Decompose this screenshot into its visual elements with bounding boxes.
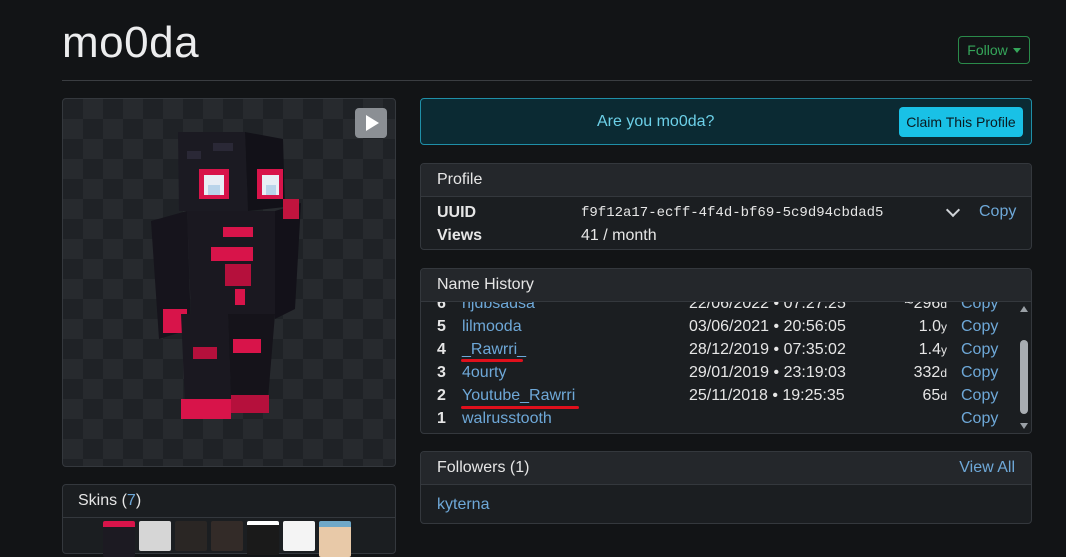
- skins-card: Skins (7): [62, 484, 396, 557]
- name-history-header: Name History: [421, 269, 1031, 302]
- page-title: mo0da: [62, 18, 200, 67]
- header-divider: [62, 80, 1032, 81]
- history-name-link[interactable]: lilmooda: [462, 318, 522, 336]
- profile-card: Profile UUID f9f12a17-ecff-4f4d-bf69-5c9…: [420, 163, 1032, 250]
- copy-name-button[interactable]: Copy: [961, 387, 998, 405]
- claim-profile-button[interactable]: Claim This Profile: [899, 107, 1023, 137]
- chevron-down-icon[interactable]: [945, 202, 961, 218]
- uuid-value: f9f12a17-ecff-4f4d-bf69-5c9d94cbdad5: [581, 205, 884, 221]
- views-label: Views: [437, 227, 483, 244]
- scroll-up-icon[interactable]: [1020, 306, 1028, 312]
- follow-button[interactable]: Follow: [958, 36, 1030, 64]
- play-icon: [366, 115, 379, 131]
- skin-thumb[interactable]: [211, 521, 243, 551]
- skins-title: Skins: [78, 492, 118, 509]
- claim-profile-alert: Are you mo0da? Claim This Profile: [420, 98, 1032, 145]
- play-button[interactable]: [355, 108, 387, 138]
- history-name-link[interactable]: hjdbsadsa: [462, 302, 535, 313]
- claim-question: Are you mo0da?: [597, 113, 715, 130]
- copy-name-button[interactable]: Copy: [961, 318, 998, 336]
- copy-name-button[interactable]: Copy: [961, 302, 998, 313]
- scroll-thumb[interactable]: [1020, 340, 1028, 414]
- history-row: 1 walrusstooth Copy: [437, 410, 999, 428]
- skin-thumb[interactable]: [319, 521, 351, 557]
- scroll-down-icon[interactable]: [1020, 423, 1028, 429]
- skin-render: [151, 132, 301, 419]
- history-name-link[interactable]: _Rawrri_: [462, 341, 526, 359]
- copy-name-button[interactable]: Copy: [961, 364, 998, 382]
- profile-header: Profile: [421, 164, 1031, 197]
- copy-uuid-button[interactable]: Copy: [979, 203, 1016, 221]
- views-value: 41 / month: [581, 227, 657, 244]
- follower-link[interactable]: kyterna: [437, 496, 489, 514]
- history-row: 6 hjdbsadsa 22/06/2022 • 07:27:25 ~296d …: [421, 302, 1017, 318]
- skin-viewer[interactable]: [62, 98, 396, 467]
- scrollbar[interactable]: [1017, 302, 1031, 433]
- annotation-underline: [461, 406, 579, 409]
- followers-title: Followers (1): [437, 459, 530, 476]
- skin-thumb[interactable]: [247, 521, 279, 555]
- skins-count-link[interactable]: 7: [127, 492, 136, 509]
- skin-thumb[interactable]: [283, 521, 315, 551]
- annotation-underline: [461, 359, 523, 362]
- skin-thumbnails: [103, 521, 351, 557]
- name-history-card: Name History 6 hjdbsadsa 22/06/2022 • 07…: [420, 268, 1032, 434]
- copy-name-button[interactable]: Copy: [961, 341, 998, 359]
- follow-label: Follow: [967, 42, 1008, 58]
- copy-name-button[interactable]: Copy: [961, 410, 998, 428]
- view-all-link[interactable]: View All: [959, 459, 1015, 477]
- caret-down-icon: [1012, 47, 1021, 53]
- skin-thumb[interactable]: [175, 521, 207, 551]
- uuid-label: UUID: [437, 204, 477, 221]
- history-row: 3 4ourty 29/01/2019 • 23:19:03 332d Copy: [437, 364, 999, 382]
- followers-header: Followers (1) View All: [421, 452, 1031, 485]
- history-name-link[interactable]: walrusstooth: [462, 410, 552, 428]
- history-name-link[interactable]: 4ourty: [462, 364, 506, 382]
- profile-title: Profile: [437, 171, 483, 188]
- history-row: 5 lilmooda 03/06/2021 • 20:56:05 1.0y Co…: [437, 318, 999, 336]
- followers-card: Followers (1) View All kyterna: [420, 451, 1032, 524]
- name-history-list[interactable]: 6 hjdbsadsa 22/06/2022 • 07:27:25 ~296d …: [421, 302, 1017, 433]
- skin-thumb[interactable]: [139, 521, 171, 551]
- skin-thumb[interactable]: [103, 521, 135, 557]
- history-name-link[interactable]: Youtube_Rawrri: [462, 387, 575, 405]
- skins-header: Skins (7): [63, 485, 395, 518]
- name-history-title: Name History: [437, 276, 534, 293]
